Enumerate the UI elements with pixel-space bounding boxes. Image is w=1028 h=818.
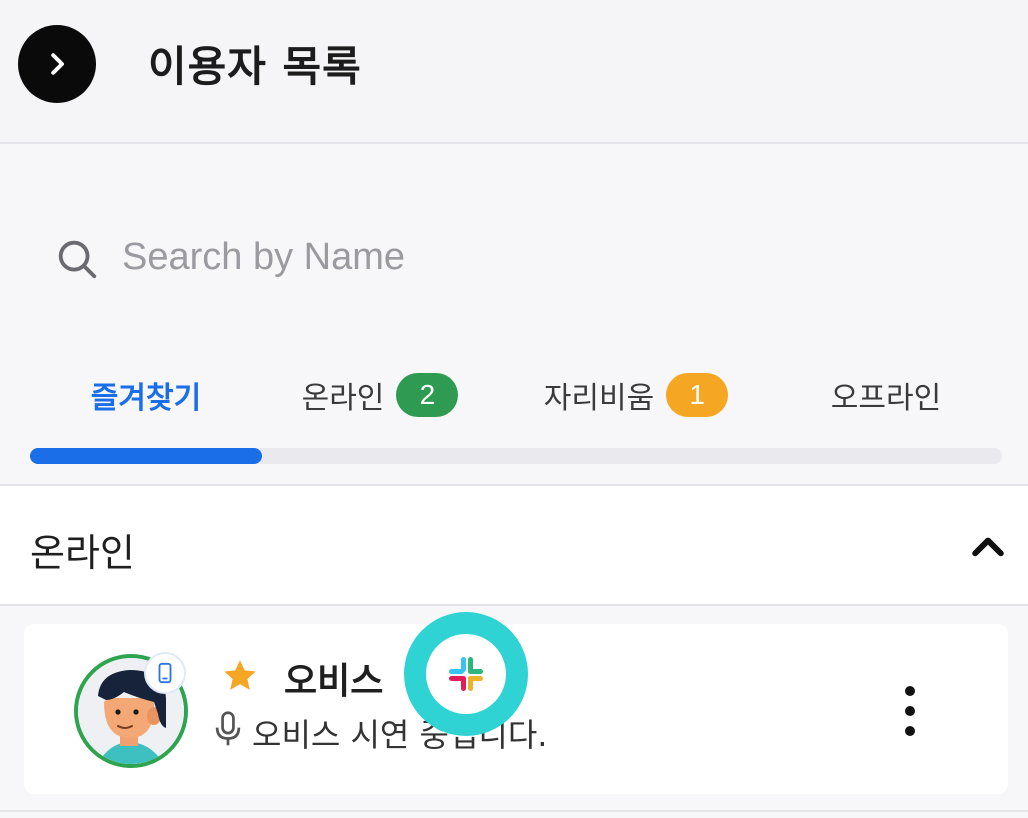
more-dot <box>905 706 915 716</box>
tab-away[interactable]: 자리비움 1 <box>508 360 764 430</box>
tab-indicator-track <box>30 448 1002 464</box>
expand-panel-button[interactable] <box>18 25 96 103</box>
device-badge <box>144 652 186 694</box>
section-title: 온라인 <box>30 531 135 575</box>
microphone-icon <box>215 711 241 746</box>
star-icon[interactable] <box>220 656 260 696</box>
status-tabs: 즐겨찾기 온라인 2 자리비움 1 오프라인 <box>30 360 1002 430</box>
chevron-right-icon <box>51 53 64 75</box>
tab-label: 온라인 <box>301 381 385 416</box>
section-header-online[interactable]: 온라인 <box>0 486 1028 606</box>
chevron-up-icon[interactable] <box>966 524 1010 568</box>
online-count-badge: 2 <box>396 373 459 417</box>
search-icon <box>58 240 97 279</box>
tab-indicator <box>30 448 262 464</box>
more-dot <box>905 686 915 696</box>
away-count-badge: 1 <box>666 373 729 417</box>
more-options-button[interactable] <box>892 686 928 736</box>
mobile-icon <box>158 662 172 684</box>
page-title: 이용자 목록 <box>148 42 362 91</box>
tab-label: 오프라인 <box>830 381 942 416</box>
integration-badge-inner <box>426 634 506 714</box>
user-name: 오비스 <box>284 661 384 702</box>
slack-icon <box>449 657 483 691</box>
integration-badge[interactable] <box>404 612 528 736</box>
tab-label: 자리비움 <box>543 381 655 416</box>
header: 이용자 목록 <box>0 0 1028 144</box>
tab-offline[interactable]: 오프라인 <box>770 360 1002 430</box>
user-list-item[interactable]: 오비스 오비스 시연 중입니다. <box>24 612 1008 794</box>
divider <box>0 810 1028 812</box>
tab-online[interactable]: 온라인 2 <box>262 360 498 430</box>
tab-favorites[interactable]: 즐겨찾기 <box>30 360 262 430</box>
search-input[interactable] <box>122 227 982 287</box>
search-bar[interactable] <box>30 215 1000 301</box>
tab-label: 즐겨찾기 <box>90 381 202 416</box>
more-dot <box>905 726 915 736</box>
